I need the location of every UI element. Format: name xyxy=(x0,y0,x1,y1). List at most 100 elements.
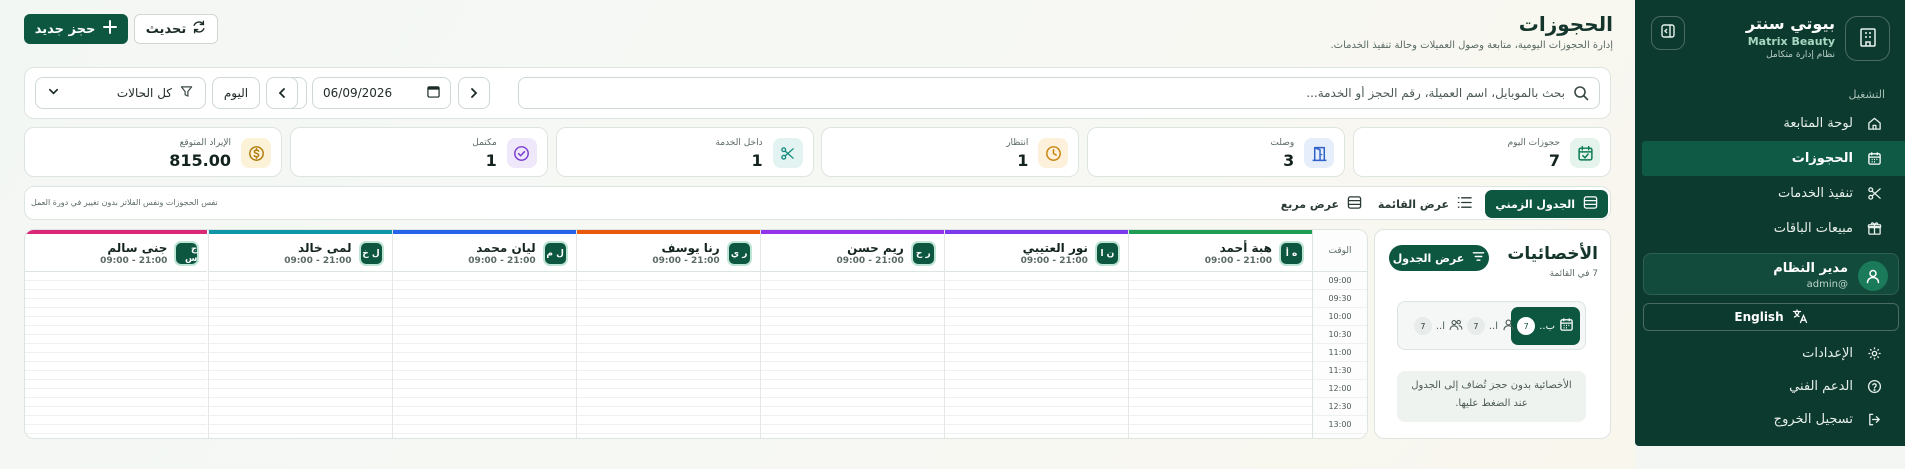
view-table-button[interactable]: عرض الجدول xyxy=(1389,245,1489,271)
time-cell[interactable] xyxy=(760,335,944,344)
time-cell[interactable] xyxy=(208,281,392,290)
time-cell[interactable] xyxy=(208,272,392,281)
time-cell[interactable] xyxy=(392,272,576,281)
time-cell[interactable] xyxy=(25,308,208,317)
time-cell[interactable] xyxy=(1129,398,1312,407)
time-cell[interactable] xyxy=(760,344,944,353)
time-cell[interactable] xyxy=(576,389,760,398)
time-cell[interactable] xyxy=(25,371,208,380)
time-cell[interactable] xyxy=(944,335,1128,344)
time-cell[interactable] xyxy=(576,407,760,416)
staff-column[interactable]: ن ا نور العتيبي 09:00 - 21:00 xyxy=(943,230,1128,438)
time-cell[interactable] xyxy=(1129,272,1312,281)
time-cell[interactable] xyxy=(1129,389,1312,398)
time-cell[interactable] xyxy=(1129,353,1312,362)
time-cell[interactable] xyxy=(577,434,760,438)
tab-grid[interactable]: عرض مربع xyxy=(1271,190,1372,218)
language-button[interactable]: English xyxy=(1643,303,1899,331)
time-cell[interactable] xyxy=(944,389,1128,398)
time-cell[interactable] xyxy=(25,362,208,371)
time-cell[interactable] xyxy=(944,290,1128,299)
time-cell[interactable] xyxy=(25,290,208,299)
time-cell[interactable] xyxy=(944,362,1128,371)
search-box[interactable] xyxy=(518,77,1600,109)
time-cell[interactable] xyxy=(1129,407,1312,416)
time-cell[interactable] xyxy=(1129,416,1312,425)
time-cell[interactable] xyxy=(1129,335,1312,344)
time-cell[interactable] xyxy=(760,299,944,308)
time-cell[interactable] xyxy=(1129,281,1312,290)
time-cell[interactable] xyxy=(25,380,208,389)
time-cell[interactable] xyxy=(760,425,944,434)
time-cell[interactable] xyxy=(1129,317,1312,326)
time-cell[interactable] xyxy=(208,389,392,398)
time-cell[interactable] xyxy=(392,335,576,344)
time-cell[interactable] xyxy=(25,407,208,416)
staff-column[interactable]: ل خ لمى خالد 09:00 - 21:00 xyxy=(207,230,392,438)
time-cell[interactable] xyxy=(576,308,760,317)
time-cell[interactable] xyxy=(760,416,944,425)
time-cell[interactable] xyxy=(760,389,944,398)
sidebar-bottom-item-2[interactable]: تسجيل الخروج xyxy=(1635,403,1905,436)
staff-column[interactable]: ج س جنى سالم 09:00 - 21:00 xyxy=(25,230,208,438)
time-cell[interactable] xyxy=(25,299,208,308)
time-cell[interactable] xyxy=(944,407,1128,416)
time-cell[interactable] xyxy=(392,299,576,308)
prev-day-button[interactable] xyxy=(266,77,298,109)
time-cell[interactable] xyxy=(392,389,576,398)
time-cell[interactable] xyxy=(760,362,944,371)
tab-list[interactable]: عرض القائمة xyxy=(1368,190,1482,218)
time-cell[interactable] xyxy=(760,290,944,299)
time-cell[interactable] xyxy=(576,335,760,344)
time-cell[interactable] xyxy=(760,272,944,281)
time-cell[interactable] xyxy=(760,326,944,335)
time-cell[interactable] xyxy=(25,326,208,335)
time-cell[interactable] xyxy=(25,335,208,344)
time-cell[interactable] xyxy=(25,416,208,425)
sidebar-item-2[interactable]: تنفيذ الخدمات xyxy=(1635,176,1905,211)
time-cell[interactable] xyxy=(208,371,392,380)
sidebar-item-3[interactable]: مبيعات الباقات xyxy=(1635,211,1905,246)
time-cell[interactable] xyxy=(944,425,1128,434)
time-cell[interactable] xyxy=(1129,344,1312,353)
staff-column[interactable]: ه أ هبة أحمد 09:00 - 21:00 xyxy=(1128,230,1312,438)
time-cell[interactable] xyxy=(576,380,760,389)
time-cell[interactable] xyxy=(393,434,576,438)
time-cell[interactable] xyxy=(576,362,760,371)
time-cell[interactable] xyxy=(208,380,392,389)
time-cell[interactable] xyxy=(761,434,944,438)
time-cell[interactable] xyxy=(576,290,760,299)
time-cell[interactable] xyxy=(208,407,392,416)
specialist-tab[interactable]: ا.. 7 xyxy=(1461,307,1521,345)
time-cell[interactable] xyxy=(944,398,1128,407)
staff-column[interactable]: ل م ليان محمد 09:00 - 21:00 xyxy=(391,230,576,438)
time-cell[interactable] xyxy=(208,335,392,344)
time-cell[interactable] xyxy=(944,344,1128,353)
today-button[interactable]: اليوم xyxy=(212,77,260,109)
time-cell[interactable] xyxy=(1129,308,1312,317)
time-cell[interactable] xyxy=(760,317,944,326)
time-cell[interactable] xyxy=(208,353,392,362)
time-cell[interactable] xyxy=(1129,299,1312,308)
staff-column[interactable]: ر ي رنا يوسف 09:00 - 21:00 xyxy=(575,230,760,438)
time-cell[interactable] xyxy=(392,371,576,380)
sidebar-bottom-item-1[interactable]: الدعم الفني xyxy=(1635,370,1905,403)
specialist-tab[interactable]: ا.. 7 xyxy=(1408,307,1469,345)
time-cell[interactable] xyxy=(208,326,392,335)
time-cell[interactable] xyxy=(208,317,392,326)
time-cell[interactable] xyxy=(576,353,760,362)
time-cell[interactable] xyxy=(760,308,944,317)
time-cell[interactable] xyxy=(392,425,576,434)
time-cell[interactable] xyxy=(944,416,1128,425)
time-cell[interactable] xyxy=(760,407,944,416)
time-cell[interactable] xyxy=(208,344,392,353)
specialist-tab[interactable]: ب.. 7 xyxy=(1511,307,1580,345)
time-cell[interactable] xyxy=(760,371,944,380)
date-field[interactable]: 06/09/2026 xyxy=(312,77,451,109)
time-cell[interactable] xyxy=(945,434,1128,438)
time-cell[interactable] xyxy=(208,362,392,371)
time-cell[interactable] xyxy=(760,353,944,362)
time-cell[interactable] xyxy=(392,308,576,317)
time-cell[interactable] xyxy=(760,281,944,290)
time-cell[interactable] xyxy=(576,398,760,407)
